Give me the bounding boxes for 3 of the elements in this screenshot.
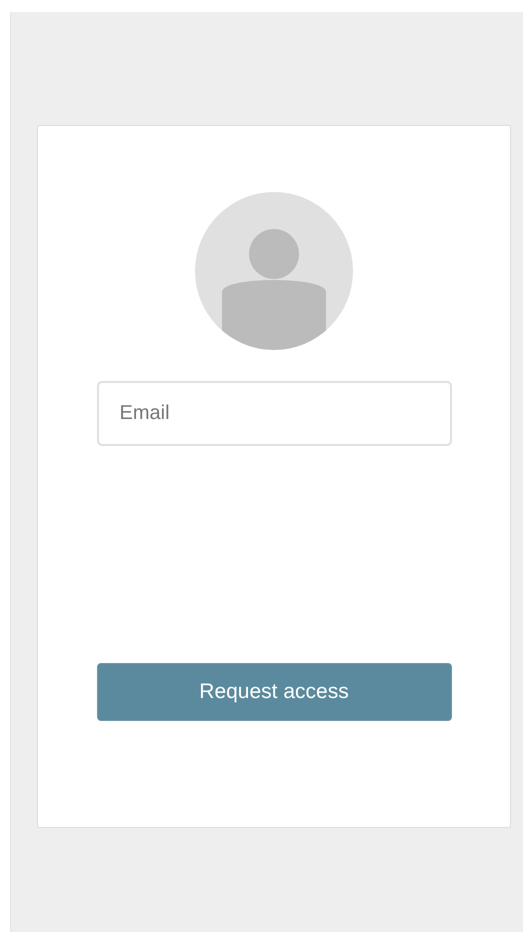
request-access-button[interactable]: Request access [96, 663, 452, 721]
email-field[interactable]: Email [96, 381, 452, 446]
avatar-icon [195, 192, 353, 350]
